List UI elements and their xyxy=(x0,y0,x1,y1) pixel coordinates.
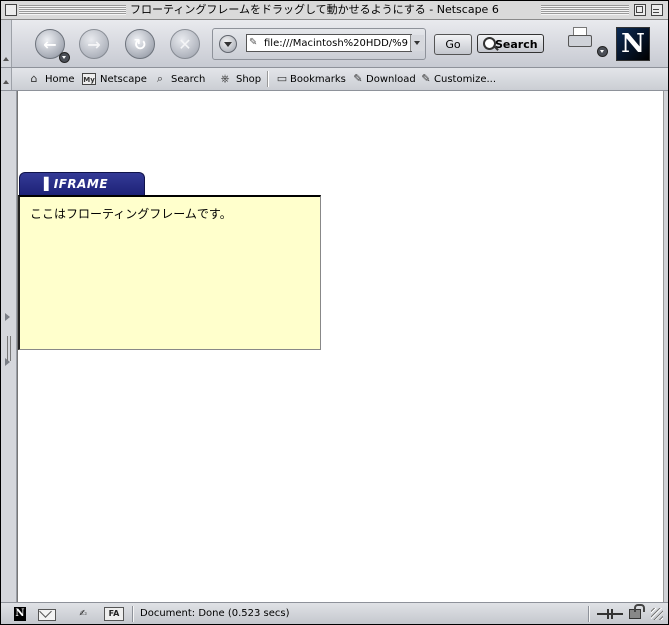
go-button[interactable]: Go xyxy=(434,34,472,55)
reload-button[interactable]: ↻ xyxy=(125,29,155,59)
toolbar-item-label: Bookmarks xyxy=(290,73,346,85)
address-book-icon[interactable]: ✍ xyxy=(73,607,93,621)
reload-icon: ↻ xyxy=(133,34,147,54)
print-dropdown[interactable] xyxy=(597,46,608,57)
iframe-tab-label: ▌IFRAME xyxy=(44,177,109,191)
floating-iframe[interactable]: ここはフローティングフレームです。 xyxy=(18,195,321,350)
personal-toolbar: ⌂ Home My Netscape ⌕ Search ⎈ Shop ▭ Boo… xyxy=(1,68,668,91)
stop-button[interactable]: ✕ xyxy=(170,29,200,59)
printer-body xyxy=(568,35,592,47)
shop-icon: ⎈ xyxy=(220,72,230,85)
toolbar-my-netscape[interactable]: My Netscape xyxy=(82,68,147,90)
print-button[interactable] xyxy=(567,27,593,47)
toolbar-bookmarks[interactable]: ▭ Bookmarks xyxy=(275,68,346,90)
close-box[interactable] xyxy=(5,4,17,16)
security-lock-icon[interactable] xyxy=(629,604,645,619)
toolbar-grip[interactable] xyxy=(1,68,12,90)
search-icon: ⌕ xyxy=(156,72,164,85)
toolbar-item-label: Download xyxy=(366,73,416,85)
my-netscape-icon: My xyxy=(82,73,96,85)
url-dropdown-arrow[interactable] xyxy=(410,35,424,51)
url-input[interactable]: file:///Macintosh%20HDD/%9 xyxy=(246,34,412,52)
composer-icon[interactable]: FA xyxy=(104,607,124,621)
mail-icon[interactable] xyxy=(38,609,56,621)
toolbar-download[interactable]: ✎ Download xyxy=(351,68,416,90)
toolbar-shop[interactable]: ⎈ Shop xyxy=(218,68,262,90)
page-proxy-icon[interactable]: ✎ xyxy=(249,37,259,48)
page-content: ▌IFRAME ここはフローティングフレームです。 xyxy=(17,91,664,602)
toolbar-item-label: Netscape xyxy=(100,73,147,85)
toolbar-item-label: Search xyxy=(171,73,206,85)
browser-window: フローティングフレームをドラッグして動かせるようにする - Netscape 6… xyxy=(0,0,669,625)
title-bar[interactable]: フローティングフレームをドラッグして動かせるようにする - Netscape 6 xyxy=(1,1,668,20)
toolbar-home[interactable]: ⌂ Home xyxy=(27,68,75,90)
status-separator xyxy=(588,606,590,622)
collapse-box[interactable] xyxy=(651,4,663,16)
stop-icon: ✕ xyxy=(178,34,192,54)
url-history-dropdown[interactable] xyxy=(219,35,237,53)
forward-arrow-icon: → xyxy=(87,34,101,54)
back-history-dropdown[interactable] xyxy=(59,52,70,63)
navigation-toolbar: ← → ↻ ✕ file:///Macintosh%20HDD/%9 ✎ Go … xyxy=(1,20,668,68)
bookmark-icon: ✎ xyxy=(421,72,431,85)
toolbar-customize[interactable]: ✎ Customize... xyxy=(419,68,496,90)
toolbar-item-label: Shop xyxy=(236,73,262,85)
toolbar-grip[interactable] xyxy=(1,20,12,67)
toolbar-search[interactable]: ⌕ Search xyxy=(153,68,205,90)
forward-button[interactable]: → xyxy=(79,29,109,59)
resize-grip-icon[interactable] xyxy=(651,608,663,620)
title-bar-stripes xyxy=(541,5,629,15)
toolbar-item-label: Home xyxy=(45,73,75,85)
splitter-grip xyxy=(7,336,11,361)
online-offline-icon[interactable] xyxy=(597,609,623,619)
bookmark-icon: ✎ xyxy=(353,72,363,85)
toolbar-separator xyxy=(267,71,269,87)
iframe-text: ここはフローティングフレームです。 xyxy=(30,207,232,221)
right-edge xyxy=(663,91,668,602)
status-bar: N ✍ FA Document: Done (0.523 secs) xyxy=(1,602,668,624)
window-title: フローティングフレームをドラッグして動かせるようにする - Netscape 6 xyxy=(126,3,503,17)
search-icon xyxy=(483,37,496,50)
iframe-drag-tab[interactable]: ▌IFRAME xyxy=(19,172,145,196)
status-separator xyxy=(132,606,134,622)
netscape-n-icon[interactable]: N xyxy=(14,607,26,621)
folder-icon: ▭ xyxy=(276,72,288,85)
back-arrow-icon: ← xyxy=(43,34,57,54)
netscape-logo[interactable]: N xyxy=(616,27,650,61)
home-icon: ⌂ xyxy=(30,72,38,85)
status-text: Document: Done (0.523 secs) xyxy=(140,608,290,619)
title-bar-stripes xyxy=(19,5,129,15)
toolbar-item-label: Customize... xyxy=(434,73,497,85)
zoom-box[interactable] xyxy=(634,4,646,16)
sidebar-splitter[interactable] xyxy=(1,91,17,602)
